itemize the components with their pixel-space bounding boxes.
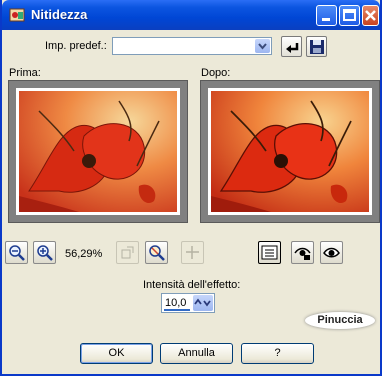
preview-list-icon bbox=[261, 245, 278, 260]
before-label: Prima: bbox=[9, 67, 41, 79]
maximize-icon bbox=[343, 9, 356, 21]
before-image bbox=[16, 88, 180, 215]
zoom-actual-icon bbox=[149, 245, 165, 261]
spinner-arrows[interactable] bbox=[193, 295, 213, 311]
ok-button[interactable]: OK bbox=[80, 343, 153, 364]
auto-proof-button[interactable] bbox=[291, 241, 314, 264]
window-title: Nitidezza bbox=[31, 7, 88, 22]
zoom-in-icon bbox=[37, 245, 53, 261]
app-icon bbox=[9, 7, 25, 23]
help-button[interactable]: ? bbox=[241, 343, 314, 364]
effect-strength-spinner[interactable]: 10,0 bbox=[161, 293, 215, 313]
auto-proof-eye-icon bbox=[294, 247, 311, 260]
fit-view-button[interactable] bbox=[116, 241, 139, 264]
undo-arrow-icon bbox=[286, 43, 299, 53]
after-label: Dopo: bbox=[201, 67, 231, 79]
title-bar[interactable]: Nitidezza bbox=[2, 0, 380, 30]
pan-cross-icon bbox=[186, 246, 199, 259]
toggle-preview-button[interactable] bbox=[258, 241, 281, 264]
zoom-level: 56,29% bbox=[65, 248, 103, 260]
pan-button[interactable] bbox=[181, 241, 204, 264]
cancel-button[interactable]: Annulla bbox=[160, 343, 233, 364]
before-preview[interactable] bbox=[8, 80, 188, 223]
proof-button[interactable] bbox=[320, 241, 343, 264]
reset-preset-button[interactable] bbox=[281, 36, 302, 57]
zoom-out-icon bbox=[9, 245, 25, 261]
preset-label: Imp. predef.: bbox=[45, 40, 107, 52]
dialog-window: Nitidezza Imp. predef.: Prima: Dopo: 56,… bbox=[0, 0, 382, 376]
chevron-down-icon[interactable] bbox=[255, 39, 270, 53]
after-image bbox=[208, 88, 372, 215]
fit-window-icon bbox=[121, 246, 134, 259]
save-preset-button[interactable] bbox=[306, 36, 327, 57]
zoom-actual-button[interactable] bbox=[145, 241, 168, 264]
minimize-button[interactable] bbox=[316, 5, 337, 26]
maximize-button[interactable] bbox=[339, 5, 360, 26]
zoom-in-button[interactable] bbox=[33, 241, 56, 264]
effect-strength-value[interactable]: 10,0 bbox=[165, 297, 186, 309]
minimize-icon bbox=[322, 18, 330, 21]
close-icon bbox=[365, 10, 376, 21]
spinner-slider-bar[interactable] bbox=[164, 309, 190, 311]
watermark-logo: Pinuccia bbox=[305, 312, 375, 329]
close-button[interactable] bbox=[362, 5, 379, 26]
floppy-disk-icon bbox=[310, 40, 324, 54]
after-preview[interactable] bbox=[200, 80, 380, 223]
zoom-out-button[interactable] bbox=[5, 241, 28, 264]
effect-strength-label: Intensità dell'effetto: bbox=[143, 279, 241, 291]
proof-eye-icon bbox=[323, 247, 340, 258]
preset-dropdown[interactable] bbox=[112, 37, 272, 55]
